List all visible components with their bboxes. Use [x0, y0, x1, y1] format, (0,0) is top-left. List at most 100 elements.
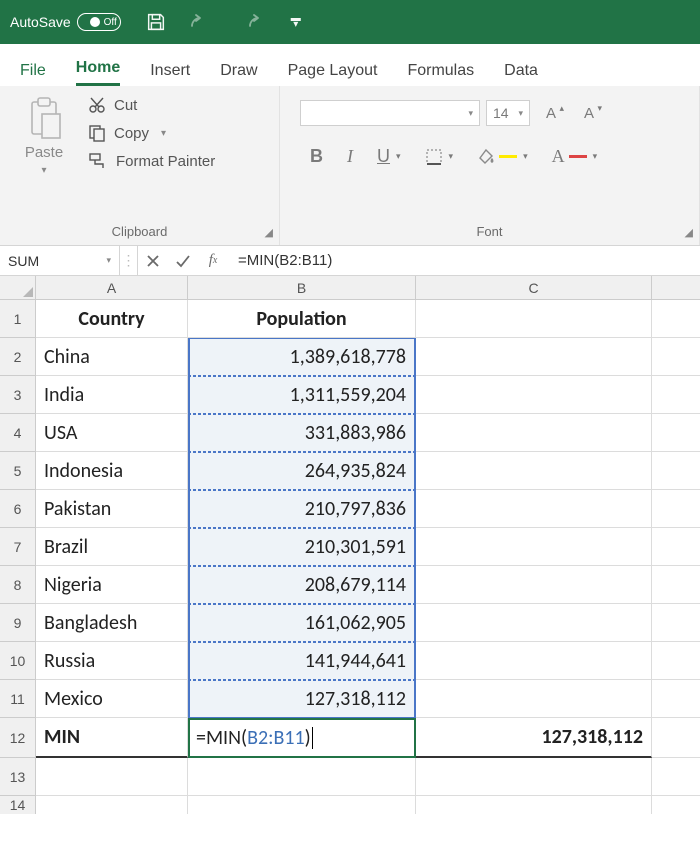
cell[interactable]: 1,311,559,204	[188, 376, 416, 414]
cut-button[interactable]: Cut	[88, 96, 215, 114]
cell[interactable]	[416, 414, 652, 452]
cell[interactable]: 161,062,905	[188, 604, 416, 642]
paste-button[interactable]: Paste ▾	[12, 96, 76, 176]
autosave-switch[interactable]: Off	[77, 13, 121, 31]
cell[interactable]: Russia	[36, 642, 188, 680]
cell[interactable]	[416, 376, 652, 414]
dialog-launcher-icon[interactable]: ◢	[685, 226, 693, 239]
tab-formulas[interactable]: Formulas	[407, 62, 474, 86]
cell[interactable]	[188, 758, 416, 796]
cell[interactable]	[416, 680, 652, 718]
fx-icon[interactable]: fx	[198, 246, 228, 275]
cell[interactable]: 141,944,641	[188, 642, 416, 680]
cell[interactable]: 208,679,114	[188, 566, 416, 604]
col-header-D[interactable]	[652, 276, 700, 300]
cell[interactable]: Population	[188, 300, 416, 338]
cell[interactable]	[652, 338, 700, 376]
select-all-corner[interactable]	[0, 276, 36, 300]
cell[interactable]	[652, 528, 700, 566]
cell[interactable]: 127,318,112	[188, 680, 416, 718]
cell[interactable]: USA	[36, 414, 188, 452]
row-header[interactable]: 10	[0, 642, 36, 680]
cell[interactable]	[416, 758, 652, 796]
italic-button[interactable]: I	[347, 146, 353, 167]
cancel-formula-button[interactable]	[138, 246, 168, 275]
cell[interactable]	[416, 338, 652, 376]
cell[interactable]	[416, 528, 652, 566]
fill-color-button[interactable]: ▾	[477, 148, 528, 166]
increase-font-button[interactable]: A▴	[546, 105, 556, 122]
cell[interactable]: Bangladesh	[36, 604, 188, 642]
row-header[interactable]: 13	[0, 758, 36, 796]
row-header[interactable]: 5	[0, 452, 36, 490]
copy-button[interactable]: Copy ▾	[88, 124, 215, 142]
decrease-font-button[interactable]: A▾	[584, 105, 594, 122]
cell[interactable]: China	[36, 338, 188, 376]
cell[interactable]: Country	[36, 300, 188, 338]
autosave-toggle[interactable]: AutoSave Off	[10, 13, 121, 31]
cell[interactable]: 210,797,836	[188, 490, 416, 528]
accept-formula-button[interactable]	[168, 246, 198, 275]
cell[interactable]	[652, 604, 700, 642]
row-header[interactable]: 7	[0, 528, 36, 566]
spreadsheet-grid[interactable]: A B C 1 Country Population 2 China 1,389…	[0, 276, 700, 814]
cell[interactable]	[652, 642, 700, 680]
font-color-button[interactable]: A ▾	[552, 146, 598, 167]
row-header[interactable]: 14	[0, 796, 36, 814]
col-header-A[interactable]: A	[36, 276, 188, 300]
font-size-select[interactable]: 14▾	[486, 100, 530, 126]
cell[interactable]: Pakistan	[36, 490, 188, 528]
cell[interactable]	[652, 566, 700, 604]
cell[interactable]	[652, 758, 700, 796]
cell[interactable]	[652, 490, 700, 528]
cell[interactable]: 1,389,618,778	[188, 338, 416, 376]
dialog-launcher-icon[interactable]: ◢	[265, 226, 273, 239]
cell[interactable]	[416, 452, 652, 490]
cell[interactable]	[652, 376, 700, 414]
row-header[interactable]: 2	[0, 338, 36, 376]
cell[interactable]	[36, 796, 188, 814]
undo-icon[interactable]	[191, 12, 217, 32]
cell[interactable]: Mexico	[36, 680, 188, 718]
cell[interactable]	[652, 680, 700, 718]
cell[interactable]	[416, 490, 652, 528]
cell[interactable]	[36, 758, 188, 796]
row-header[interactable]: 6	[0, 490, 36, 528]
cell[interactable]: Indonesia	[36, 452, 188, 490]
cell[interactable]	[652, 796, 700, 814]
font-name-select[interactable]: ▾	[300, 100, 480, 126]
cell[interactable]: 127,318,112	[416, 718, 652, 758]
tab-draw[interactable]: Draw	[220, 62, 257, 86]
row-header[interactable]: 1	[0, 300, 36, 338]
cell[interactable]: 331,883,986	[188, 414, 416, 452]
row-header[interactable]: 12	[0, 718, 36, 758]
cell[interactable]	[416, 796, 652, 814]
format-painter-button[interactable]: Format Painter	[88, 152, 215, 170]
redo-icon[interactable]	[241, 12, 267, 32]
cell[interactable]	[652, 300, 700, 338]
col-header-C[interactable]: C	[416, 276, 652, 300]
row-header[interactable]: 8	[0, 566, 36, 604]
cell[interactable]	[652, 718, 700, 758]
tab-page-layout[interactable]: Page Layout	[288, 62, 378, 86]
cell[interactable]: MIN	[36, 718, 188, 758]
row-header[interactable]: 9	[0, 604, 36, 642]
col-header-B[interactable]: B	[188, 276, 416, 300]
cell[interactable]	[652, 414, 700, 452]
cell[interactable]: Brazil	[36, 528, 188, 566]
bold-button[interactable]: B	[310, 146, 323, 167]
tab-insert[interactable]: Insert	[150, 62, 190, 86]
cell[interactable]	[416, 604, 652, 642]
cell[interactable]: India	[36, 376, 188, 414]
qat-customize-icon[interactable]: ▬▾	[291, 16, 301, 28]
underline-button[interactable]: U▾	[377, 146, 401, 167]
cell[interactable]	[652, 452, 700, 490]
cell[interactable]: Nigeria	[36, 566, 188, 604]
tab-data[interactable]: Data	[504, 62, 538, 86]
cell[interactable]	[188, 796, 416, 814]
cell[interactable]: 264,935,824	[188, 452, 416, 490]
row-header[interactable]: 3	[0, 376, 36, 414]
cell[interactable]	[416, 300, 652, 338]
cell[interactable]	[416, 566, 652, 604]
border-button[interactable]: ▾	[425, 148, 454, 166]
